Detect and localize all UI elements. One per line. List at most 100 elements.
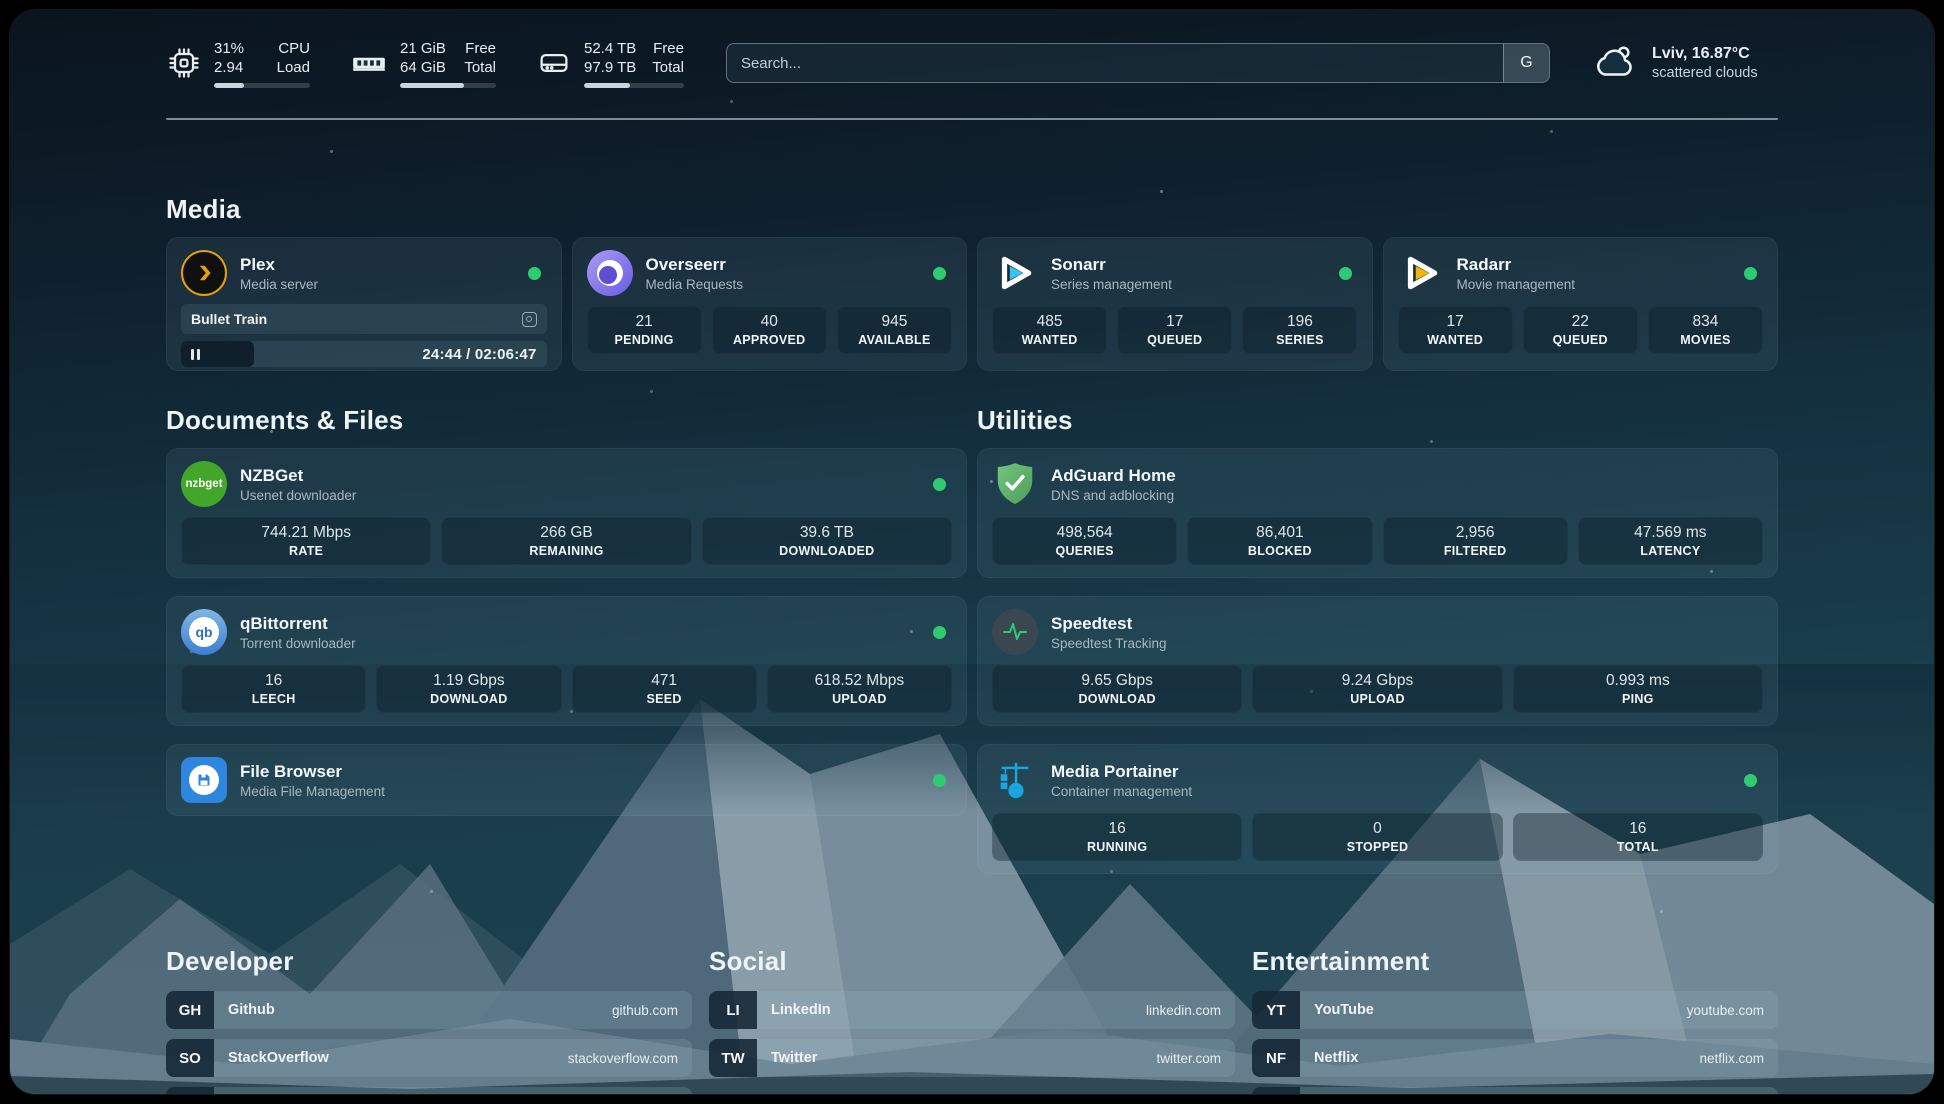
status-dot <box>1744 267 1757 280</box>
cpu-load: 2.94 <box>214 58 244 77</box>
memory-progress-bar <box>400 83 496 88</box>
app-name: File Browser <box>240 762 385 782</box>
link-name: Netflix <box>1314 1050 1358 1066</box>
link-abbr: TW <box>709 1039 757 1077</box>
app-name: Radarr <box>1457 255 1576 275</box>
entertainment-links: Entertainment YT YouTube youtube.com NF … <box>1252 946 1778 1094</box>
status-dot <box>933 774 946 787</box>
stat-approved: 40APPROVED <box>712 306 827 354</box>
status-dot <box>933 626 946 639</box>
link-stackoverflow[interactable]: SO StackOverflow stackoverflow.com <box>166 1039 692 1077</box>
app-subtitle: Usenet downloader <box>240 488 356 503</box>
app-name: Sonarr <box>1051 255 1172 275</box>
app-subtitle: Container management <box>1051 784 1192 799</box>
link-reddit[interactable]: RE Reddit reddit.com <box>1252 1087 1778 1094</box>
search-input[interactable] <box>727 44 1503 82</box>
disk-label: Free <box>652 39 684 58</box>
playback-progress: 24:44 / 02:06:47 <box>181 341 547 367</box>
app-subtitle: Media File Management <box>240 784 385 799</box>
app-subtitle: Media server <box>240 277 318 292</box>
app-name: Media Portainer <box>1051 762 1192 782</box>
now-playing-title: Bullet Train <box>191 311 267 327</box>
app-card-qbittorrent[interactable]: qb qBittorrent Torrent downloader 16LEEC… <box>166 596 967 726</box>
status-dot <box>1339 267 1352 280</box>
stat-upload: 9.24 GbpsUPLOAD <box>1252 665 1502 713</box>
app-name: Plex <box>240 255 318 275</box>
section-title-utilities: Utilities <box>977 405 1778 436</box>
link-abbr: RE <box>1252 1087 1300 1094</box>
developer-links: Developer GH Github github.com SO StackO… <box>166 946 692 1094</box>
portainer-icon <box>992 757 1038 803</box>
link-twitter[interactable]: TW Twitter twitter.com <box>709 1039 1235 1077</box>
search-engine-button[interactable]: G <box>1503 44 1549 82</box>
nzbget-icon: nzbget <box>181 461 227 507</box>
app-card-overseerr[interactable]: Overseerr Media Requests 21PENDING 40APP… <box>572 237 968 371</box>
link-youtube[interactable]: YT YouTube youtube.com <box>1252 991 1778 1029</box>
link-abbr: DT <box>166 1087 214 1094</box>
stat-latency: 47.569 msLATENCY <box>1578 517 1763 565</box>
link-abbr: YT <box>1252 991 1300 1029</box>
link-name: StackOverflow <box>228 1050 329 1066</box>
link-url: netflix.com <box>1699 1051 1764 1066</box>
social-links: Social LI LinkedIn linkedin.com TW Twitt… <box>709 946 1235 1087</box>
status-dot <box>933 267 946 280</box>
app-window: 31% 2.94 CPU Load <box>0 0 1944 1104</box>
app-name: AdGuard Home <box>1051 466 1176 486</box>
link-abbr: GH <box>166 991 214 1029</box>
weather-condition: scattered clouds <box>1652 65 1758 81</box>
link-url: youtube.com <box>1687 1003 1764 1018</box>
media-card-row: Plex Media server Bullet Train 24:44 / 0… <box>166 237 1778 371</box>
weather-widget[interactable]: Lviv, 16.87°C scattered clouds <box>1592 42 1778 84</box>
cpu-percent: 31% <box>214 39 244 58</box>
app-card-portainer[interactable]: Media Portainer Container management 16R… <box>977 744 1778 874</box>
stat-pending: 21PENDING <box>587 306 702 354</box>
stat-running: 16RUNNING <box>992 813 1242 861</box>
disk-icon <box>536 45 572 81</box>
app-card-adguard[interactable]: AdGuard Home DNS and adblocking 498,564Q… <box>977 448 1778 578</box>
now-playing-row: Bullet Train <box>181 304 547 334</box>
stat-available: 945AVAILABLE <box>837 306 952 354</box>
stat-stopped: 0STOPPED <box>1252 813 1502 861</box>
stat-rate: 744.21 MbpsRATE <box>181 517 431 565</box>
link-linkedin[interactable]: LI LinkedIn linkedin.com <box>709 991 1235 1029</box>
memory-label: Free <box>464 39 496 58</box>
header-divider <box>166 118 1778 120</box>
cpu-stat: 31% 2.94 CPU Load <box>166 39 310 88</box>
memory-free: 21 GiB <box>400 39 446 58</box>
app-card-sonarr[interactable]: Sonarr Series management 485WANTED 17QUE… <box>977 237 1373 371</box>
header: 31% 2.94 CPU Load <box>166 34 1778 92</box>
link-name: Github <box>228 1002 275 1018</box>
memory-total: 64 GiB <box>400 58 446 77</box>
disk-total: 97.9 TB <box>584 58 636 77</box>
status-dot <box>528 267 541 280</box>
stat-download: 1.19 GbpsDOWNLOAD <box>376 665 561 713</box>
app-card-filebrowser[interactable]: File Browser Media File Management <box>166 744 967 816</box>
search-bar: G <box>726 43 1550 83</box>
app-card-speedtest[interactable]: Speedtest Speedtest Tracking 9.65 GbpsDO… <box>977 596 1778 726</box>
link-url: stackoverflow.com <box>568 1051 678 1066</box>
app-card-radarr[interactable]: Radarr Movie management 17WANTED 22QUEUE… <box>1383 237 1779 371</box>
app-subtitle: DNS and adblocking <box>1051 488 1176 503</box>
status-dot <box>1744 774 1757 787</box>
link-url: github.com <box>612 1003 678 1018</box>
memory-stat: 21 GiB 64 GiB Free Total <box>350 39 496 88</box>
link-github[interactable]: GH Github github.com <box>166 991 692 1029</box>
pause-icon[interactable] <box>191 349 200 360</box>
stat-leech: 16LEECH <box>181 665 366 713</box>
link-netflix[interactable]: NF Netflix netflix.com <box>1252 1039 1778 1077</box>
app-card-plex[interactable]: Plex Media server Bullet Train 24:44 / 0… <box>166 237 562 371</box>
link-dev[interactable]: DT DEV dev.to <box>166 1087 692 1094</box>
app-card-nzbget[interactable]: nzbget NZBGet Usenet downloader 744.21 M… <box>166 448 967 578</box>
disk-progress-bar <box>584 83 684 88</box>
ram-icon <box>350 45 388 81</box>
disk-stat: 52.4 TB 97.9 TB Free Total <box>536 39 684 88</box>
overseerr-icon <box>587 250 633 296</box>
section-title-developer: Developer <box>166 946 692 977</box>
filebrowser-icon <box>181 757 227 803</box>
utilities-column: Utilities Ad <box>977 405 1778 892</box>
link-name: YouTube <box>1314 1002 1374 1018</box>
speedtest-icon <box>992 609 1038 655</box>
link-abbr: SO <box>166 1039 214 1077</box>
stat-remaining: 266 GBREMAINING <box>441 517 691 565</box>
qbittorrent-icon: qb <box>181 609 227 655</box>
